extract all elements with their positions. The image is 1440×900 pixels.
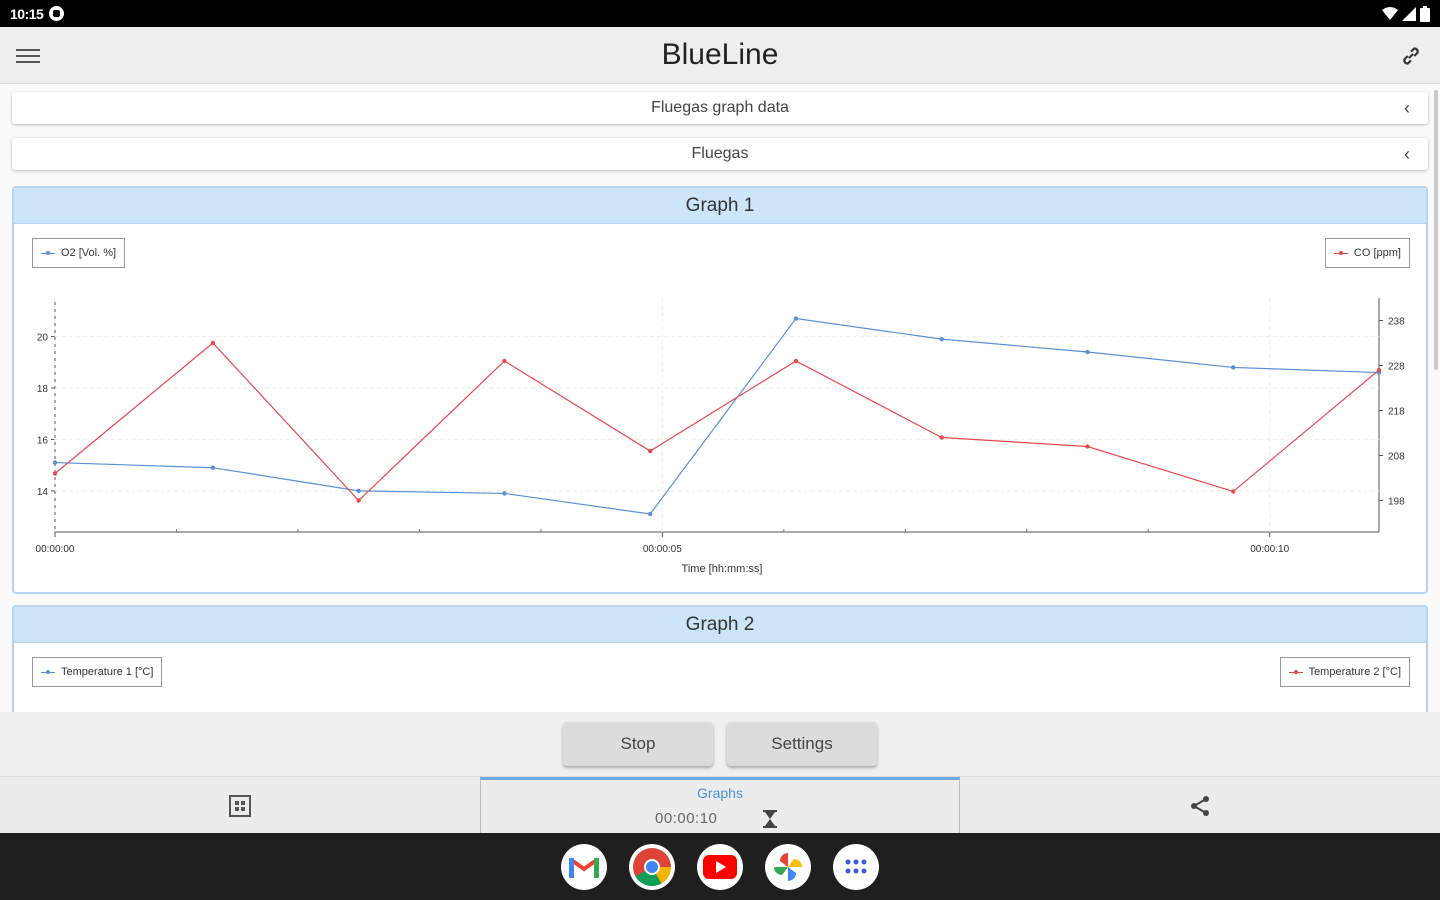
x-tick-label: 00:00:10 <box>1250 544 1289 555</box>
share-icon <box>1191 795 1209 816</box>
link-icon[interactable] <box>1398 43 1424 69</box>
notification-icon <box>49 6 65 21</box>
app-title: BlueLine <box>661 38 779 71</box>
apps-icon[interactable] <box>833 843 879 890</box>
data-point-co <box>356 498 361 503</box>
data-point-o2 <box>647 511 653 517</box>
app-dock <box>0 833 1440 900</box>
graph-2-card: Graph 2 Temperature 1 [°C] Temperature 2… <box>12 605 1428 712</box>
graph-1-card: Graph 1 O2 [Vol. %] CO [ppm] 14 16 18 20 198… <box>12 186 1428 594</box>
app-bar: BlueLine <box>0 27 1440 84</box>
nav-dashboard[interactable] <box>0 777 480 834</box>
legend-swatch-temp1 <box>41 669 55 674</box>
nav-graphs-label: Graphs <box>697 785 743 801</box>
legend-temperature-2: Temperature 2 [°C] <box>1279 657 1410 687</box>
data-point-co <box>1376 367 1382 373</box>
data-point-co <box>647 448 653 454</box>
main-content: Fluegas graph data ‹ Fluegas ‹ Graph 1 O… <box>0 85 1440 712</box>
y-tick-label-right: 228 <box>1388 362 1405 373</box>
y-tick-label-right: 218 <box>1388 407 1405 418</box>
status-time: 10:15 <box>10 5 44 22</box>
graph-1-chart[interactable]: 14 16 18 20 198 208 218 228 238 00:00:00 00:00:05 0… <box>14 288 1426 578</box>
nav-share[interactable] <box>960 777 1440 834</box>
legend-label: O2 [Vol. %] <box>61 247 117 259</box>
chevron-left-icon[interactable]: ‹ <box>1404 144 1410 165</box>
elapsed-timer: 00:00:10 <box>655 810 718 827</box>
data-point-co <box>210 340 216 346</box>
chevron-left-icon[interactable]: ‹ <box>1404 98 1410 119</box>
legend-swatch-o2 <box>41 250 55 255</box>
status-icons <box>1382 5 1430 22</box>
data-point-o2 <box>793 316 799 321</box>
legend-label: Temperature 1 [°C] <box>61 666 154 678</box>
settings-button[interactable]: Settings <box>727 722 877 766</box>
hourglass-icon <box>763 810 777 828</box>
photos-icon[interactable] <box>765 843 811 890</box>
graph-2-header[interactable]: Graph 2 <box>14 607 1426 643</box>
y-tick-label-left: 16 <box>37 435 49 446</box>
data-point-co <box>1085 444 1090 449</box>
status-bar: 10:15 <box>0 0 1440 27</box>
section-label: Fluegas graph data <box>651 99 789 116</box>
section-fluegas-graph-data[interactable]: Fluegas graph data ‹ <box>12 92 1428 124</box>
data-point-co <box>793 358 799 364</box>
legend-label: CO [ppm] <box>1353 247 1401 259</box>
nav-graphs[interactable]: Graphs 00:00:10 <box>480 777 960 834</box>
data-point-co <box>1231 489 1236 494</box>
battery-icon <box>1420 5 1430 22</box>
legend-co: CO [ppm] <box>1324 238 1410 268</box>
data-point-o2 <box>356 488 361 494</box>
bottom-nav: Graphs 00:00:10 <box>0 776 1440 834</box>
graph-1-header[interactable]: Graph 1 <box>14 188 1426 224</box>
y-tick-label-left: 18 <box>37 384 49 395</box>
x-axis-label: Time [hh:mm:ss] <box>682 563 763 575</box>
wifi-icon <box>1382 6 1398 20</box>
data-point-o2 <box>939 336 944 342</box>
data-point-co <box>939 435 944 440</box>
data-point-o2 <box>1231 365 1236 370</box>
stop-button[interactable]: Stop <box>563 722 713 766</box>
series-line-o2 <box>54 317 1380 515</box>
y-tick-label-left: 20 <box>37 333 49 344</box>
section-fluegas[interactable]: Fluegas ‹ <box>12 138 1428 170</box>
legend-swatch-temp2 <box>1288 669 1303 674</box>
data-point-o2 <box>210 465 216 470</box>
y-tick-label-right: 208 <box>1388 452 1405 463</box>
y-tick-label-right: 238 <box>1388 317 1405 328</box>
gmail-icon[interactable] <box>561 843 607 890</box>
action-bar: Stop Settings <box>0 712 1440 776</box>
legend-temperature-1: Temperature 1 [°C] <box>32 657 163 687</box>
menu-icon[interactable] <box>16 46 40 66</box>
chrome-icon[interactable] <box>629 843 675 890</box>
legend-o2: O2 [Vol. %] <box>32 238 126 268</box>
grid-icon <box>229 794 251 817</box>
youtube-icon[interactable] <box>697 843 743 890</box>
legend-label: Temperature 2 [°C] <box>1308 666 1401 678</box>
data-point-co <box>502 358 507 364</box>
legend-swatch-co <box>1333 250 1348 255</box>
x-tick-label: 00:00:05 <box>643 544 682 555</box>
signal-icon <box>1402 6 1416 21</box>
x-tick-label: 00:00:00 <box>36 544 75 555</box>
series-line-co <box>54 342 1380 502</box>
section-label: Fluegas <box>691 145 749 162</box>
data-point-o2 <box>1085 349 1090 355</box>
y-tick-label-left: 14 <box>37 487 49 498</box>
data-point-co <box>52 471 58 476</box>
y-tick-label-right: 198 <box>1388 497 1405 508</box>
data-point-o2 <box>52 460 58 465</box>
data-point-o2 <box>502 491 507 496</box>
